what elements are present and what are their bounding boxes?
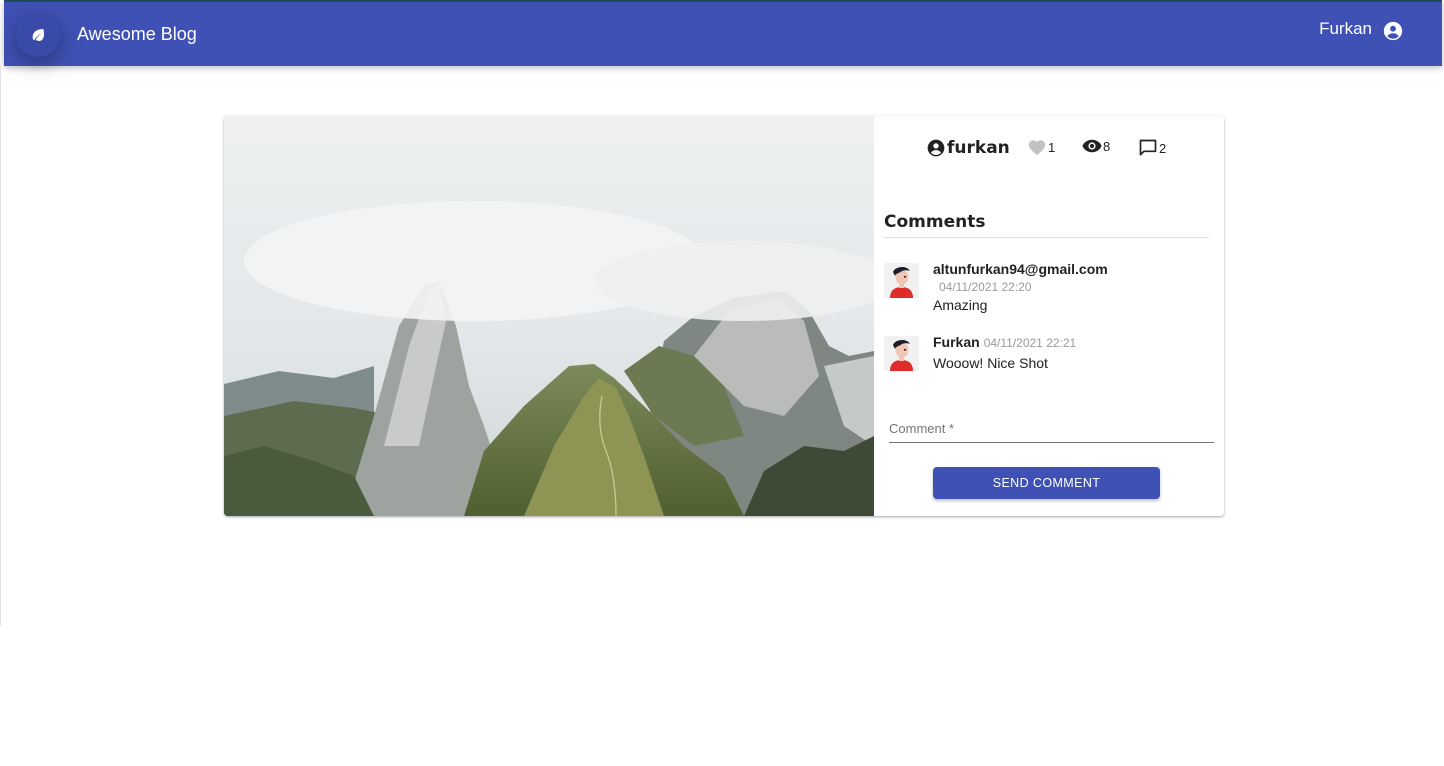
post-image xyxy=(224,116,874,516)
post-stats: furkan 1 8 2 xyxy=(874,138,1224,162)
view-count: 8 xyxy=(1103,138,1111,154)
comment-text: Amazing xyxy=(933,297,988,313)
author-link[interactable]: furkan xyxy=(926,138,1010,158)
comment-input[interactable] xyxy=(889,414,1218,442)
user-avatar-icon xyxy=(884,263,919,298)
comments-heading: Comments xyxy=(884,212,1209,238)
user-name: Furkan xyxy=(1319,19,1372,38)
like-button[interactable]: 1 xyxy=(1027,138,1055,156)
account-circle-icon xyxy=(927,139,945,157)
window-edge xyxy=(0,66,1,626)
post-card: furkan 1 8 2 Comments altunfurkan94@gmai… xyxy=(224,116,1224,516)
comment-count: 2 xyxy=(1159,140,1167,156)
comment-date: 04/11/2021 22:21 xyxy=(983,336,1077,350)
comment-author: Furkan xyxy=(933,334,980,350)
views-stat: 8 xyxy=(1082,138,1110,154)
like-count: 1 xyxy=(1048,139,1056,155)
user-menu-button[interactable]: Furkan xyxy=(1319,19,1404,42)
post-details: furkan 1 8 2 Comments altunfurkan94@gmai… xyxy=(874,116,1224,516)
comment-date: 04/11/2021 22:20 xyxy=(939,280,1032,294)
comment-field[interactable]: Comment * xyxy=(889,410,1218,443)
avatar xyxy=(884,263,919,298)
comments-stat: 2 xyxy=(1138,138,1166,158)
comment-text: Wooow! Nice Shot xyxy=(933,355,1048,371)
app-title: Awesome Blog xyxy=(77,24,197,44)
post-author: furkan xyxy=(947,138,1010,158)
eye-icon xyxy=(1082,139,1102,153)
logo-button[interactable] xyxy=(16,13,60,57)
app-bar: Awesome Blog Furkan xyxy=(4,0,1442,66)
comment-icon xyxy=(1139,139,1157,156)
heart-icon xyxy=(1028,140,1046,156)
account-circle-icon xyxy=(1383,21,1403,41)
leaf-icon xyxy=(32,29,44,41)
send-comment-button[interactable]: SEND COMMENT xyxy=(933,467,1160,499)
avatar xyxy=(884,336,919,371)
comment-author: altunfurkan94@gmail.com xyxy=(933,261,1108,277)
user-avatar-icon xyxy=(884,336,919,371)
